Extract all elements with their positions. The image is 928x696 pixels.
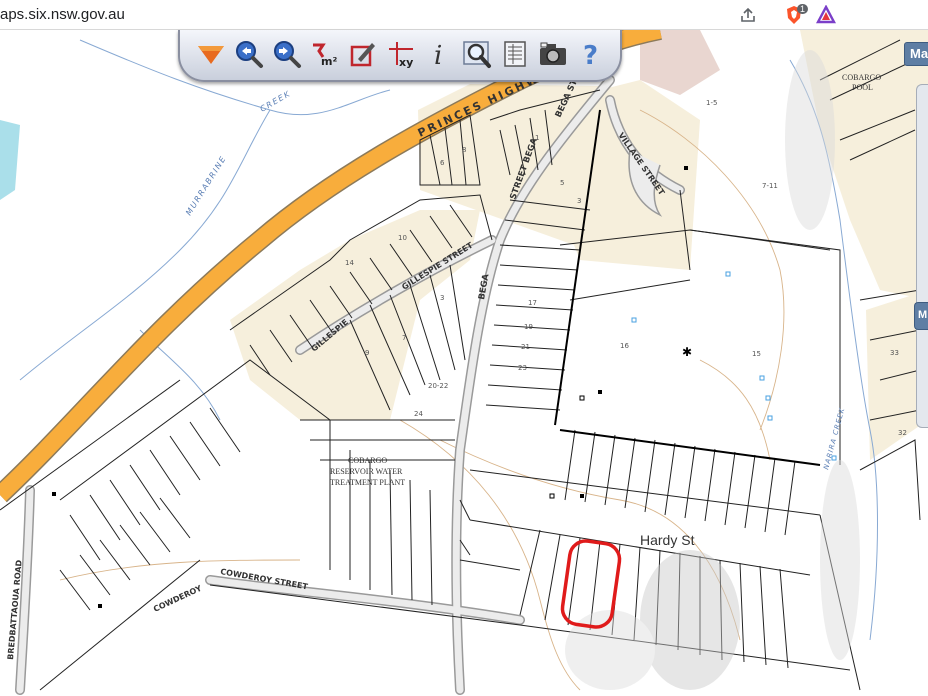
svg-text:1: 1 (535, 134, 539, 142)
svg-text:19: 19 (524, 323, 533, 331)
browser-address-bar: aps.six.nsw.gov.au 1 (0, 0, 928, 30)
svg-text:7: 7 (402, 334, 406, 342)
svg-text:8: 8 (462, 146, 466, 154)
brave-rewards-icon[interactable] (814, 3, 838, 27)
layers-list-icon[interactable] (498, 37, 532, 71)
coordinates-icon[interactable]: xy (384, 37, 418, 71)
zoom-in-icon[interactable] (232, 37, 266, 71)
nsw-logo-icon[interactable] (194, 37, 228, 71)
cobargo-top-label-2: POOL (852, 83, 873, 92)
cobargo-top-label-1: COBARGO (842, 73, 881, 82)
svg-text:?: ? (583, 41, 598, 69)
camera-icon[interactable] (536, 37, 570, 71)
map-canvas[interactable]: ✱ PRINCES HIGHWAY BEGA STREET STREET BEG… (0, 30, 928, 696)
map-view[interactable]: ✱ PRINCES HIGHWAY BEGA STREET STREET BEG… (0, 30, 928, 696)
svg-text:17: 17 (528, 299, 537, 307)
share-icon[interactable] (736, 3, 760, 27)
svg-text:33: 33 (890, 349, 899, 357)
map-toolbar: m² xy i ? (178, 30, 622, 82)
shield-badge: 1 (797, 4, 809, 14)
svg-text:32: 32 (898, 429, 907, 437)
svg-text:24: 24 (414, 410, 423, 418)
side-panel-handle[interactable] (916, 84, 928, 428)
svg-text:6: 6 (440, 159, 445, 167)
reservoir-label-3: TREATMENT PLANT (330, 478, 405, 487)
cowderoy-label: COWDEROY (152, 584, 203, 614)
svg-text:3: 3 (577, 197, 581, 205)
svg-text:16: 16 (620, 342, 629, 350)
svg-text:5: 5 (560, 179, 564, 187)
measure-area-icon[interactable]: m² (308, 37, 342, 71)
svg-text:1-5: 1-5 (706, 99, 717, 107)
svg-text:m²: m² (321, 55, 337, 68)
hardy-st-label: Hardy St (640, 532, 695, 548)
murrabrine-creek-label-b: CREEK (259, 89, 293, 114)
svg-text:23: 23 (518, 364, 527, 372)
svg-text:20-22: 20-22 (428, 382, 448, 390)
side-panel-toggle[interactable]: M (914, 302, 928, 330)
svg-text:9: 9 (365, 349, 369, 357)
search-icon[interactable] (460, 37, 494, 71)
svg-text:3: 3 (440, 294, 444, 302)
svg-text:10: 10 (398, 234, 407, 242)
narira-creek-label: NARIRA CREEK (822, 406, 846, 470)
svg-text:14: 14 (345, 259, 354, 267)
help-icon[interactable]: ? (574, 37, 608, 71)
zoom-out-icon[interactable] (270, 37, 304, 71)
reservoir-label-1: COBARGO (348, 456, 387, 465)
svg-text:21: 21 (521, 343, 530, 351)
svg-text:15: 15 (752, 350, 761, 358)
svg-text:xy: xy (399, 56, 413, 69)
svg-text:7-11: 7-11 (762, 182, 778, 190)
reservoir-label-2: RESERVOIR WATER (330, 467, 403, 476)
brave-shield-icon[interactable]: 1 (782, 3, 809, 27)
svg-text:✱: ✱ (682, 345, 692, 359)
svg-text:i: i (434, 41, 442, 69)
info-icon[interactable]: i (422, 37, 456, 71)
map-panel-tab[interactable]: Ma (904, 42, 928, 66)
url-text[interactable]: aps.six.nsw.gov.au (0, 6, 125, 23)
draw-icon[interactable] (346, 37, 380, 71)
murrabrine-creek-label-a: MURRABRINE (184, 154, 228, 217)
